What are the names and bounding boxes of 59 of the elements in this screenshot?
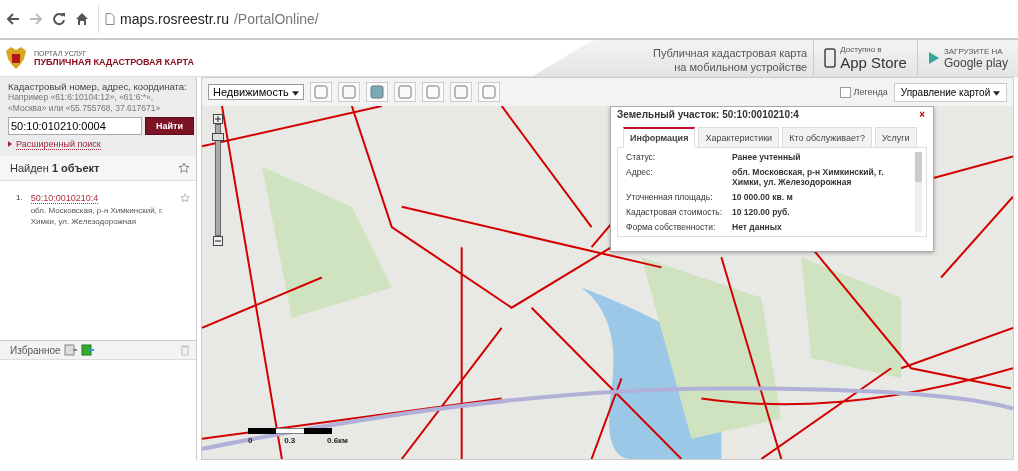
popup-tab[interactable]: Характеристики — [698, 127, 780, 148]
field-value: 10 000.00 кв. м — [732, 192, 794, 202]
forward-icon[interactable] — [29, 13, 43, 25]
field-label: Статус: — [626, 152, 657, 162]
field-label: Форма собственности: — [626, 222, 717, 232]
field-value: 10 120.00 руб. — [732, 207, 791, 217]
store-badge[interactable]: ЗАГРУЗИТЕ НА Google play — [916, 40, 1018, 76]
field-label: Кадастровая стоимость: — [626, 207, 724, 217]
popup-tab[interactable]: Информация — [623, 127, 696, 148]
zoom-out-button[interactable] — [213, 236, 223, 246]
search-hint: Например «61:6:10104:12», «61:6:*», — [8, 92, 155, 103]
address-bar[interactable]: maps.rosreestr.ru /PortalOnline/ — [98, 5, 1018, 33]
caret-icon — [993, 90, 1000, 96]
back-icon[interactable] — [6, 13, 20, 25]
favorites-title: Избранное — [10, 344, 61, 356]
scale-label: 0.6км — [326, 436, 348, 445]
legend-checkbox[interactable] — [839, 86, 851, 98]
zoom-in-button[interactable] — [213, 114, 223, 124]
caret-icon — [291, 91, 299, 96]
import-icon[interactable] — [80, 344, 95, 356]
search-hint: «Москва» или «55.755768, 37.617671» — [8, 103, 162, 114]
advanced-search-link[interactable]: Расширенный поиск — [16, 139, 101, 150]
export-icon[interactable] — [63, 344, 78, 356]
field-label: Уточненная площадь: — [626, 192, 714, 202]
zoom-thumb[interactable] — [212, 133, 224, 141]
scale-label: 0 — [248, 436, 253, 445]
field-label: Адрес: — [626, 167, 654, 179]
field-value: Нет данных — [732, 222, 783, 232]
scale-label: 0.3 — [284, 436, 296, 445]
popup-tab[interactable]: Кто обслуживает? — [782, 127, 872, 148]
caret-icon — [8, 140, 12, 147]
find-button[interactable]: Найти — [145, 117, 194, 135]
home-icon[interactable] — [75, 12, 89, 26]
search-label: Кадастровый номер, адрес, координата: — [8, 81, 188, 92]
close-button[interactable]: × — [917, 108, 927, 120]
map-control-button[interactable]: Управление картой — [893, 82, 1007, 102]
reload-icon[interactable] — [52, 12, 66, 26]
result-number: 1. — [16, 193, 23, 204]
zoom-slider[interactable] — [212, 114, 224, 246]
star-icon[interactable] — [178, 162, 190, 174]
phone-icon — [824, 48, 837, 68]
emblem-icon — [4, 45, 28, 71]
result-address: обл. Московская, р-н Химкинский, г. Химки, ул. Железодорожная — [30, 205, 165, 227]
layer-dropdown[interactable]: Недвижимость — [208, 84, 304, 100]
popup-title: Земельный участок: 50:10:0010210:4 — [617, 108, 799, 120]
play-icon — [927, 51, 940, 65]
field-value: Ранее учтенный — [732, 152, 802, 162]
site-title: ПУБЛИЧНАЯ КАДАСТРОВАЯ КАРТА — [34, 56, 194, 67]
popup-tab[interactable]: Услуги — [874, 127, 917, 148]
search-field[interactable]: 50:10:010210:0004 — [8, 117, 142, 135]
store-badge[interactable]: Доступно в App Store — [813, 40, 917, 76]
page-icon — [105, 13, 115, 25]
legend-label: Легенда — [853, 87, 888, 97]
star-icon[interactable] — [180, 193, 190, 203]
results-count: Найден 1 объект — [10, 162, 100, 174]
field-value: обл. Московская, р-н Химкинский, г. Химки, ул. Железодорожная — [732, 167, 885, 187]
banner-text: Публичная кадастровая карта — [653, 46, 808, 60]
result-link[interactable]: 50:10:0010210:4 — [30, 193, 99, 204]
banner-text: на мобильном устройстве — [673, 60, 808, 74]
